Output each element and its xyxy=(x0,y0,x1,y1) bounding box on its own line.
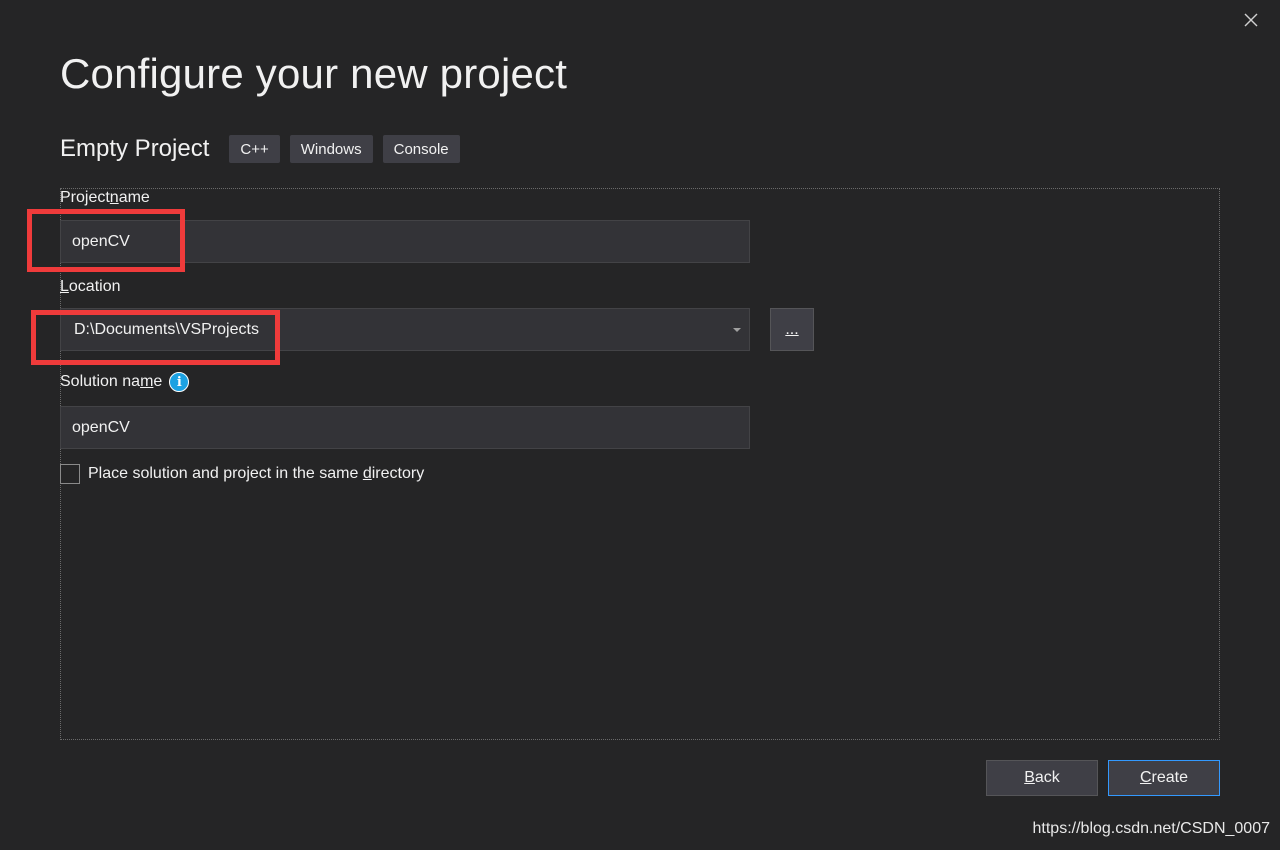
browse-button[interactable]: ... xyxy=(770,308,814,351)
close-icon xyxy=(1244,13,1258,27)
project-name-value: openCV xyxy=(72,232,130,250)
watermark-text: https://blog.csdn.net/CSDN_0007 xyxy=(1032,820,1270,837)
dropdown-arrow-icon[interactable] xyxy=(733,328,741,332)
info-icon[interactable]: i xyxy=(169,372,190,392)
close-button[interactable] xyxy=(1236,6,1266,34)
same-directory-label[interactable]: Place solution and project in the same d… xyxy=(88,465,424,483)
location-label: Location xyxy=(60,278,121,295)
tag-console: Console xyxy=(382,135,460,163)
template-name: Empty Project xyxy=(60,135,210,162)
tag-cpp: C++ xyxy=(229,135,280,163)
form-area xyxy=(60,188,1220,740)
template-info: Empty Project C++ Windows Console xyxy=(60,134,470,164)
location-value: D:\Documents\VSProjects xyxy=(74,320,259,338)
tag-windows: Windows xyxy=(289,135,373,163)
back-button[interactable]: Back xyxy=(986,760,1098,796)
project-name-label: Project n ame xyxy=(60,189,150,206)
page-title: Configure your new project xyxy=(60,50,568,97)
create-button[interactable]: Create xyxy=(1108,760,1220,796)
same-directory-checkbox[interactable] xyxy=(60,464,80,484)
solution-name-value: openCV xyxy=(72,418,130,436)
solution-name-input[interactable]: openCV xyxy=(60,406,750,449)
project-name-input[interactable]: openCV xyxy=(60,220,750,263)
solution-name-label: Solution na m e i xyxy=(60,372,190,392)
location-combobox[interactable]: D:\Documents\VSProjects xyxy=(60,308,750,351)
